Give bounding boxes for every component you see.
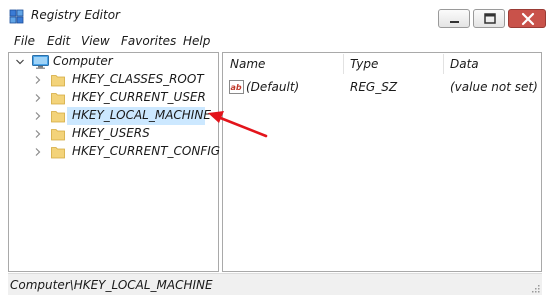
tree-node-computer[interactable]: Computer [14, 53, 214, 71]
status-bar: Computer\HKEY_LOCAL_MACHINE [8, 273, 542, 295]
maximize-button[interactable] [473, 9, 505, 28]
value-name-cell: (Default) [246, 80, 300, 94]
chevron-right-icon[interactable] [34, 94, 42, 102]
tree-node-label: HKEY_LOCAL_MACHINE [72, 108, 211, 122]
status-path: Computer\HKEY_LOCAL_MACHINE [10, 278, 213, 292]
close-icon [521, 12, 535, 26]
tree-node-hkey-local-machine[interactable]: HKEY_LOCAL_MACHINE [32, 107, 212, 125]
chevron-right-icon[interactable] [34, 130, 42, 138]
tree-node-label: Computer [53, 54, 113, 68]
resize-grip-icon[interactable] [530, 283, 540, 293]
window-title: Registry Editor [31, 8, 120, 22]
menu-edit[interactable]: Edit [47, 34, 70, 48]
tree-node-hkey-classes-root[interactable]: HKEY_CLASSES_ROOT [32, 71, 212, 89]
tree-node-label: HKEY_CURRENT_USER [72, 90, 206, 104]
chevron-right-icon[interactable] [34, 76, 42, 84]
menu-favorites[interactable]: Favorites [121, 34, 176, 48]
string-value-icon: ab [229, 80, 244, 94]
column-header-name[interactable]: Name [230, 57, 265, 71]
column-header-type[interactable]: Type [350, 57, 378, 71]
chevron-down-icon[interactable] [16, 58, 24, 66]
tree-node-label: HKEY_CLASSES_ROOT [72, 72, 204, 86]
registry-editor-app-icon [9, 9, 24, 24]
tree-node-hkey-current-config[interactable]: HKEY_CURRENT_CONFIG [32, 143, 220, 161]
folder-icon [51, 93, 65, 105]
column-divider[interactable] [343, 54, 344, 74]
column-header-data[interactable]: Data [450, 57, 479, 71]
menu-file[interactable]: File [14, 34, 35, 48]
chevron-right-icon[interactable] [34, 112, 42, 120]
chevron-right-icon[interactable] [34, 148, 42, 156]
annotation-arrow-icon [208, 111, 268, 138]
svg-text:ab: ab [231, 83, 242, 92]
folder-icon [51, 111, 65, 123]
tree-node-label: HKEY_USERS [72, 126, 150, 140]
menu-help[interactable]: Help [183, 34, 210, 48]
title-bar[interactable]: Registry Editor [0, 0, 550, 31]
minimize-icon [450, 21, 459, 23]
tree-node-hkey-users[interactable]: HKEY_USERS [32, 125, 212, 143]
computer-icon [32, 55, 49, 69]
minimize-button[interactable] [438, 9, 470, 28]
folder-icon [51, 75, 65, 87]
registry-editor-window: Registry Editor File Edit View Favorites… [0, 0, 550, 304]
maximize-icon [484, 13, 496, 24]
menu-view[interactable]: View [81, 34, 110, 48]
value-type-cell: REG_SZ [350, 80, 398, 94]
folder-icon [51, 147, 65, 159]
tree-node-label: HKEY_CURRENT_CONFIG [72, 144, 221, 158]
column-divider[interactable] [443, 54, 444, 74]
close-button[interactable] [508, 9, 546, 28]
menu-bar: File Edit View Favorites Help [0, 31, 550, 51]
folder-icon [51, 129, 65, 141]
value-data-cell: (value not set) [450, 80, 538, 94]
tree-node-hkey-current-user[interactable]: HKEY_CURRENT_USER [32, 89, 212, 107]
